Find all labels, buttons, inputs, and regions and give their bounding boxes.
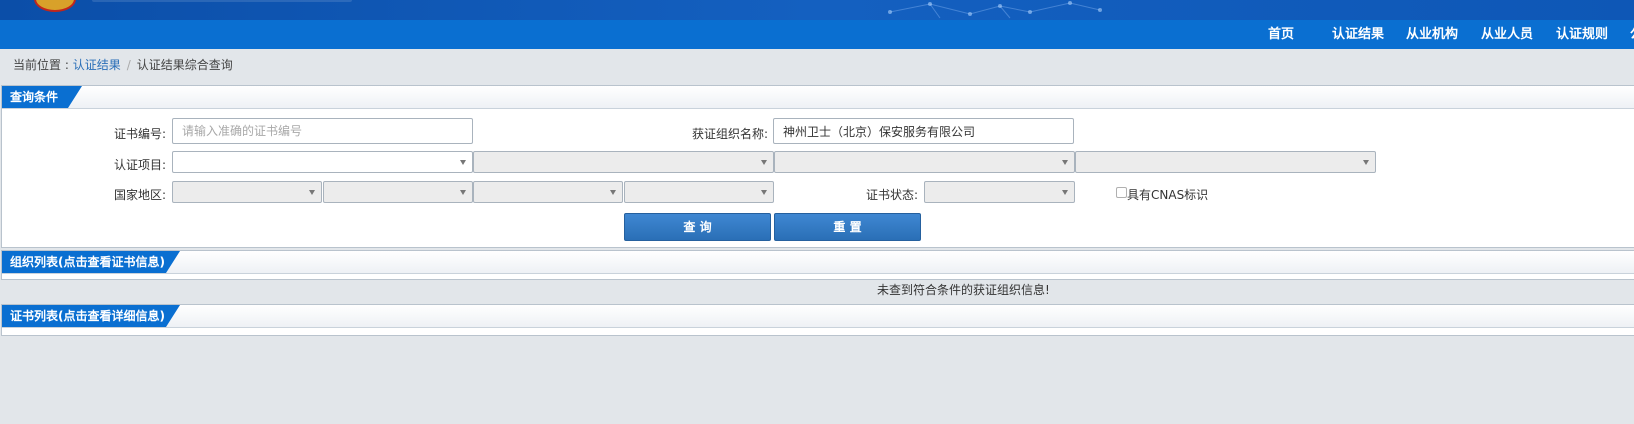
org-list-empty-message: 未查到符合条件的获证组织信息! xyxy=(877,283,1050,297)
project-label: 认证项目: xyxy=(114,158,167,172)
project-select-4[interactable] xyxy=(1075,151,1376,173)
nav-item-cut-off[interactable]: 公 xyxy=(1630,20,1634,49)
org-list-panel: 组织列表(点击查看证书信息) xyxy=(1,250,1634,280)
nav-cert-results[interactable]: 认证结果 xyxy=(1332,20,1384,49)
chevron-down-icon xyxy=(761,190,767,195)
org-name-input[interactable] xyxy=(773,118,1074,144)
region-select-2[interactable] xyxy=(323,181,473,203)
reset-button[interactable]: 重 置 xyxy=(774,213,921,241)
cert-list-panel-header: 证书列表(点击查看详细信息) xyxy=(2,305,1634,328)
status-select[interactable] xyxy=(924,181,1075,203)
chevron-down-icon xyxy=(460,190,466,195)
cert-list-title: 证书列表(点击查看详细信息) xyxy=(2,305,180,327)
cnas-checkbox[interactable] xyxy=(1116,187,1127,198)
chevron-down-icon xyxy=(1363,160,1369,165)
project-select-1[interactable] xyxy=(172,151,473,173)
chevron-down-icon xyxy=(460,160,466,165)
breadcrumb-current: 认证结果综合查询 xyxy=(136,58,233,72)
status-label: 证书状态: xyxy=(866,188,919,202)
org-name-label: 获证组织名称: xyxy=(692,127,769,141)
cnas-checkbox-label: 具有CNAS标识 xyxy=(1127,188,1209,202)
org-list-panel-header: 组织列表(点击查看证书信息) xyxy=(2,251,1634,274)
chevron-down-icon xyxy=(1062,190,1068,195)
cert-no-label: 证书编号: xyxy=(114,127,167,141)
cert-list-panel: 证书列表(点击查看详细信息) xyxy=(1,304,1634,336)
chevron-down-icon xyxy=(610,190,616,195)
header-banner xyxy=(0,0,1634,20)
org-list-title: 组织列表(点击查看证书信息) xyxy=(2,251,180,273)
national-emblem-icon xyxy=(34,0,76,12)
breadcrumb-separator: / xyxy=(126,58,131,72)
region-label: 国家地区: xyxy=(114,188,167,202)
region-select-3[interactable] xyxy=(473,181,623,203)
breadcrumb-prefix: 当前位置 : xyxy=(13,58,73,72)
query-panel-title: 查询条件 xyxy=(2,86,82,108)
chevron-down-icon xyxy=(761,160,767,165)
breadcrumb: 当前位置 : 认证结果 / 认证结果综合查询 xyxy=(13,56,233,73)
nav-practitioners[interactable]: 从业人员 xyxy=(1481,20,1533,49)
nav-home[interactable]: 首页 xyxy=(1268,20,1294,49)
project-select-2[interactable] xyxy=(473,151,774,173)
breadcrumb-link-cert-results[interactable]: 认证结果 xyxy=(73,58,121,72)
cert-no-input[interactable] xyxy=(172,118,473,144)
nav-institutions[interactable]: 从业机构 xyxy=(1406,20,1458,49)
region-select-1[interactable] xyxy=(172,181,322,203)
search-button[interactable]: 查 询 xyxy=(624,213,771,241)
region-select-4[interactable] xyxy=(624,181,774,203)
chevron-down-icon xyxy=(1062,160,1068,165)
chevron-down-icon xyxy=(309,190,315,195)
network-decoration-icon xyxy=(888,1,1102,19)
site-title-graphic xyxy=(92,0,352,2)
query-panel: 查询条件 证书编号: 获证组织名称: 认证项目: 国家地区: 证书状态: 具有C… xyxy=(1,85,1634,248)
main-nav: 首页 认证结果 从业机构 从业人员 认证规则 公 xyxy=(0,20,1634,49)
query-panel-header: 查询条件 xyxy=(2,86,1634,109)
nav-cert-rules[interactable]: 认证规则 xyxy=(1556,20,1608,49)
project-select-3[interactable] xyxy=(774,151,1075,173)
